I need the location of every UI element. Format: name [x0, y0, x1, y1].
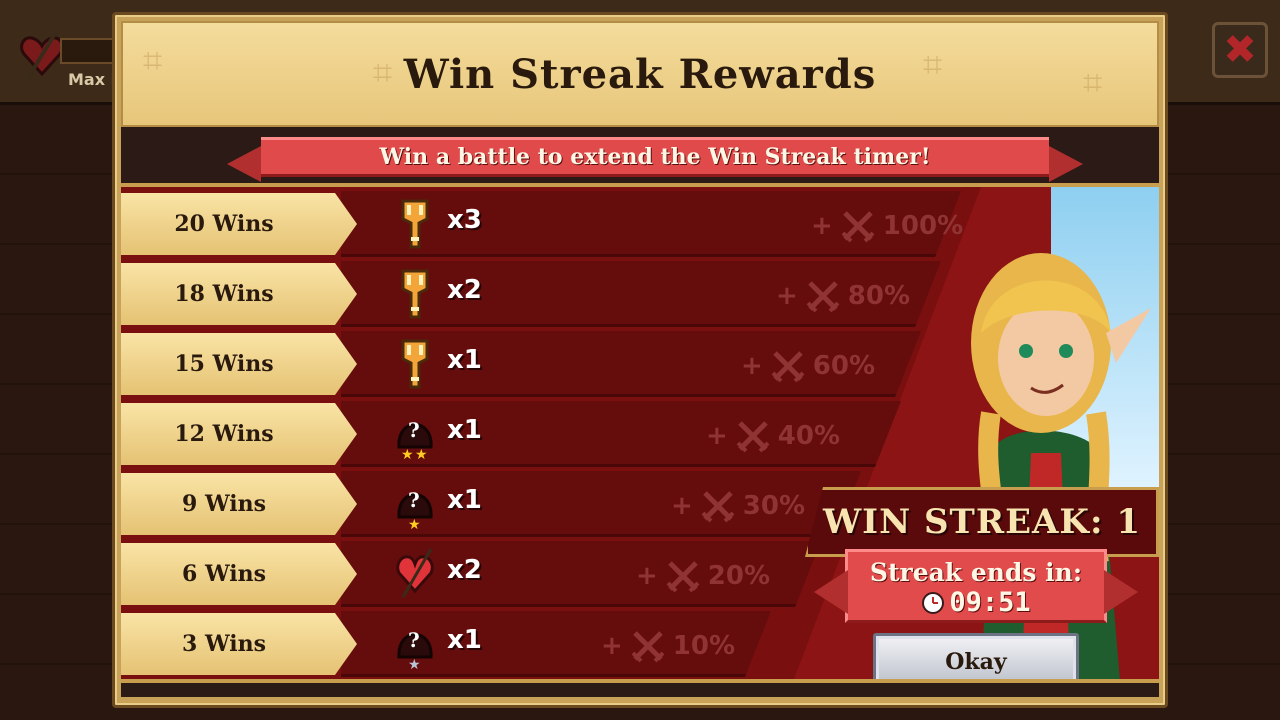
wins-label: 3 Wins	[181, 631, 267, 657]
svg-text:★: ★	[408, 517, 421, 531]
gold-key-icon	[401, 339, 429, 389]
wins-label: 6 Wins	[181, 561, 267, 587]
wins-tab: 15 Wins	[121, 333, 357, 395]
bonus-reward: +30%	[671, 489, 805, 523]
bonus-percent: 40%	[777, 421, 841, 451]
svg-text:★: ★	[401, 447, 414, 461]
streak-timer: Streak ends in: 09:51	[814, 549, 1138, 623]
win-streak-modal: ⌗ ⌗ ⌗ ⌗ Win Streak Rewards Win a battle …	[112, 12, 1168, 708]
wins-label: 9 Wins	[181, 491, 267, 517]
streak-timer-title: Streak ends in:	[869, 558, 1083, 587]
streak-timer-value: 09:51	[949, 587, 1031, 618]
bonus-percent: 30%	[742, 491, 806, 521]
close-icon: ✖	[1223, 27, 1257, 73]
rewards-list: 20 Wins x3 +100% 18 Wins x2 +80% 15 Wins x1 +60%…	[121, 183, 1159, 683]
crossed-swords-icon	[631, 631, 665, 663]
mystery-hero-2-star-icon: ? ★ ★	[397, 418, 433, 461]
crossed-swords-icon	[771, 351, 805, 383]
info-banner-text: Win a battle to extend the Win Streak ti…	[379, 144, 931, 170]
bonus-percent: 20%	[707, 561, 771, 591]
bonus-reward: +40%	[706, 419, 840, 453]
wins-label: 20 Wins	[174, 211, 274, 237]
win-streak-label: WIN STREAK: 1	[822, 502, 1141, 542]
bonus-plus: +	[776, 281, 798, 311]
background-max-label: Max i	[68, 70, 117, 89]
wins-tab: 3 Wins	[121, 613, 357, 675]
crossed-swords-icon	[666, 561, 700, 593]
crossed-swords-icon	[736, 421, 770, 453]
bonus-percent: 10%	[672, 631, 736, 661]
mystery-hero-1-star-icon: ?★	[397, 488, 433, 531]
wins-label: 15 Wins	[174, 351, 274, 377]
background-close-button[interactable]: ✖	[1212, 22, 1268, 78]
wins-label: 18 Wins	[174, 281, 274, 307]
background-progress-bar	[60, 38, 120, 64]
bonus-reward: +20%	[636, 559, 770, 593]
svg-text:?: ?	[408, 628, 420, 652]
reward-quantity: x2	[447, 275, 482, 305]
crossed-swords-icon	[701, 491, 735, 523]
bonus-reward: +80%	[776, 279, 910, 313]
bonus-percent: 80%	[847, 281, 911, 311]
crossed-swords-icon	[841, 211, 875, 243]
okay-button-label: Okay	[945, 649, 1007, 675]
svg-text:?: ?	[408, 488, 420, 512]
wins-tab: 12 Wins	[121, 403, 357, 465]
reward-quantity: x1	[447, 625, 482, 655]
wins-tab: 18 Wins	[121, 263, 357, 325]
gold-key-icon	[401, 199, 429, 249]
wins-label: 12 Wins	[174, 421, 274, 447]
okay-button[interactable]: Okay	[873, 633, 1079, 679]
modal-title: Win Streak Rewards	[403, 51, 877, 98]
svg-text:★: ★	[415, 447, 428, 461]
reward-quantity: x3	[447, 205, 482, 235]
bonus-percent: 60%	[812, 351, 876, 381]
modal-header: ⌗ ⌗ ⌗ ⌗ Win Streak Rewards	[121, 21, 1159, 127]
crossed-swords-icon	[806, 281, 840, 313]
bonus-plus: +	[811, 211, 833, 241]
reward-quantity: x2	[447, 555, 482, 585]
red-heart-torch-icon	[396, 548, 434, 598]
bonus-plus: +	[706, 421, 728, 451]
wins-tab: 6 Wins	[121, 543, 357, 605]
bonus-plus: +	[601, 631, 623, 661]
bonus-reward: +10%	[601, 629, 735, 663]
svg-text:★: ★	[408, 657, 421, 671]
reward-quantity: x1	[447, 485, 482, 515]
svg-text:?: ?	[408, 418, 420, 442]
bonus-plus: +	[741, 351, 763, 381]
info-banner: Win a battle to extend the Win Streak ti…	[227, 137, 1083, 182]
modal-body: Win a battle to extend the Win Streak ti…	[121, 127, 1159, 697]
game-screen: Max i ✖ ⌗ ⌗ ⌗ ⌗ Win Streak Rewards Win a…	[0, 0, 1280, 720]
wins-tab: 20 Wins	[121, 193, 357, 255]
reward-quantity: x1	[447, 415, 482, 445]
gold-key-icon	[401, 269, 429, 319]
streak-timer-line: 09:51	[848, 587, 1104, 618]
bonus-plus: +	[636, 561, 658, 591]
wins-tab: 9 Wins	[121, 473, 357, 535]
clock-icon	[922, 591, 945, 614]
win-streak-counter: WIN STREAK: 1	[805, 487, 1159, 557]
reward-quantity: x1	[447, 345, 482, 375]
bonus-reward: +60%	[741, 349, 875, 383]
bonus-plus: +	[671, 491, 693, 521]
mystery-hero-silver-star-icon: ?★	[397, 628, 433, 671]
